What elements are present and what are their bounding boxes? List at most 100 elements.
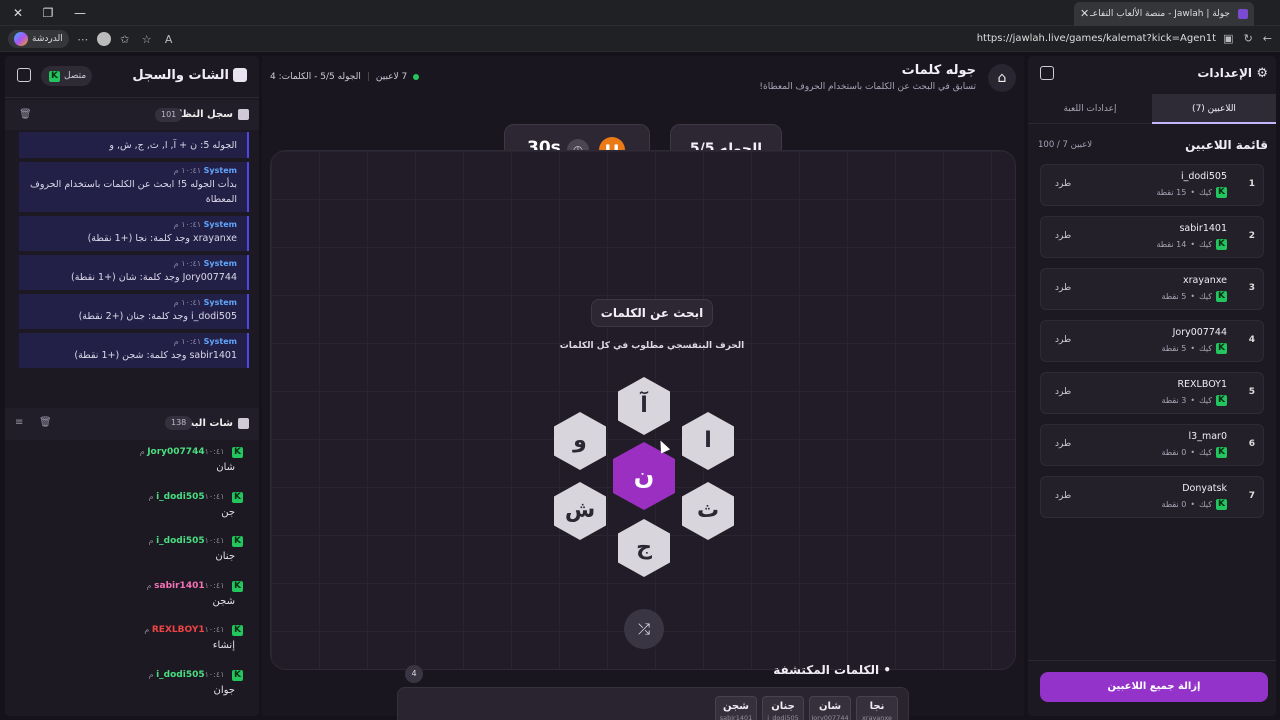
player-name: Donyatsk — [1182, 483, 1227, 494]
kick-player-button[interactable]: طرد — [1055, 283, 1071, 293]
found-word: شجن — [722, 701, 750, 712]
player-list-count: 100 / 7 لاعبين — [1038, 140, 1093, 150]
players-meta: 7 لاعبين — [375, 72, 408, 82]
kick-player-button[interactable]: طرد — [1055, 335, 1071, 345]
add-favorite-icon[interactable]: ☆ — [139, 33, 155, 46]
log-time: ١٠:٤١ م — [173, 166, 202, 175]
player-name: i_dodi505 — [1180, 171, 1227, 182]
collapse-panel-icon[interactable] — [17, 68, 31, 82]
log-icon — [238, 109, 249, 120]
log-sender: System — [203, 298, 237, 307]
player-points: 0 نقطة — [1161, 500, 1187, 509]
close-window-icon[interactable]: ✕ — [8, 4, 28, 22]
tab-players[interactable]: اللاعبين (7) — [1152, 94, 1276, 124]
letter-hex-top-right[interactable]: ا — [682, 412, 734, 470]
player-platform: كيك — [1199, 188, 1212, 197]
log-text: بدأت الجوله 5! ابحث عن الكلمات باستخدام … — [29, 179, 237, 205]
player-rank: 1 — [1248, 179, 1255, 189]
kick-player-button[interactable]: طرد — [1055, 387, 1071, 397]
stream-chat-icon — [238, 418, 249, 429]
player-rank: 4 — [1248, 335, 1255, 345]
player-row: 7 Donyatsk K كيك • 0 نقطة طرد — [1040, 476, 1264, 518]
kick-player-button[interactable]: طرد — [1055, 491, 1071, 501]
player-name: Jory007744 — [1172, 327, 1227, 338]
chat-message: K Jory007744١٠:٤١ م شان — [5, 442, 259, 487]
find-words-label: ابحث عن الكلمات — [591, 299, 713, 327]
log-count-badge: 101 — [155, 108, 183, 122]
kick-icon: K — [232, 536, 243, 547]
collapse-settings-icon[interactable] — [1040, 66, 1054, 80]
chat-username[interactable]: Jory007744 — [147, 447, 204, 457]
found-word-chip: جنان i_dodi505 — [762, 696, 804, 720]
log-time: ١٠:٤١ م — [173, 298, 202, 307]
refresh-icon[interactable]: ↻ — [1244, 30, 1253, 48]
chat-username[interactable]: i_dodi505 — [156, 492, 205, 502]
chat-text: شان — [216, 462, 235, 473]
back-icon[interactable]: ← — [1263, 30, 1272, 48]
copilot-chat-button[interactable]: الدردشة — [8, 30, 69, 48]
align-icon[interactable]: ≡ — [15, 417, 25, 428]
letter-hex-center[interactable]: ن — [613, 442, 675, 510]
kick-icon: K — [49, 70, 60, 82]
more-icon[interactable]: ⋯ — [75, 33, 91, 46]
favorites-icon[interactable]: ✩ — [117, 33, 133, 46]
tab-close-icon[interactable]: ✕ — [1080, 2, 1089, 26]
chat-username[interactable]: REXLBOY1 — [152, 625, 205, 635]
restore-window-icon[interactable]: ❐ — [38, 4, 58, 22]
found-words-count: 4 — [405, 665, 423, 683]
found-words-area: نجا xrayanxe شان Jory007744 جنان i_dodi505 شجن… — [397, 687, 909, 720]
found-words-title-text: الكلمات المكتشفة — [773, 663, 880, 677]
letter-hex-bottom-left[interactable]: ش — [554, 482, 606, 540]
chat-message: K i_dodi505١٠:٤١ م جن — [5, 487, 259, 532]
player-platform: كيك — [1199, 500, 1212, 509]
chat-message: K sabir1401١٠:٤١ م شجن — [5, 576, 259, 621]
player-row: 1 i_dodi505 K كيك • 15 نقطة طرد — [1040, 164, 1264, 206]
status-label: متصل — [64, 71, 87, 81]
chat-username[interactable]: i_dodi505 — [156, 670, 205, 680]
log-item: System ١٠:٤١ م xrayanxe وجد كلمة: نجا (+1… — [19, 216, 249, 251]
found-word-by: i_dodi505 — [767, 714, 799, 720]
url-text[interactable]: https://jawlah.live/games/kalemat?kick=A… — [977, 30, 1216, 48]
chat-text: جوان — [213, 684, 235, 696]
kick-icon: K — [232, 491, 243, 503]
player-row: 4 Jory007744 K كيك • 5 نقطة طرد — [1040, 320, 1264, 362]
profile-avatar[interactable] — [96, 32, 111, 46]
letter-hex-top-left[interactable]: و — [554, 412, 606, 470]
system-log-list: الجوله 5: ن + آ, ا, ث, ج, ش, و System ١٠:… — [19, 132, 249, 394]
log-text: i_dodi505 وجد كلمة: جنان (+2 نقطة) — [78, 311, 237, 322]
player-platform: كيك — [1199, 396, 1212, 405]
letter-hex-bottom[interactable]: ج — [618, 519, 670, 577]
read-aloud-icon[interactable]: A — [161, 33, 177, 46]
game-area: ⌂ جوله كلمات تسابق في البحث عن الكلمات ب… — [262, 56, 1024, 720]
clear-chat-icon[interactable]: 🗑 — [39, 417, 52, 428]
player-rank: 6 — [1248, 439, 1255, 449]
log-item-meta: System ١٠:٤١ م — [25, 259, 237, 268]
player-platform: كيك — [1199, 240, 1212, 249]
remove-all-players-button[interactable]: إزالة جميع اللاعبين — [1040, 672, 1268, 702]
player-name: xrayanxe — [1183, 275, 1227, 286]
kick-player-button[interactable]: طرد — [1055, 179, 1071, 189]
kick-player-button[interactable]: طرد — [1055, 231, 1071, 241]
tab-game-settings[interactable]: إعدادات اللعبة — [1028, 94, 1152, 124]
clear-log-icon[interactable]: 🗑 — [19, 109, 32, 120]
tab-title: جولة | Jawlah - منصة الألعاب التفاعـ — [1090, 9, 1230, 19]
chat-count-badge: 138 — [165, 416, 193, 430]
found-word-by: sabir1401 — [719, 714, 753, 720]
minimize-window-icon[interactable]: — — [70, 4, 90, 22]
log-item: الجوله 5: ن + آ, ا, ث, ج, ش, و — [19, 132, 249, 158]
chat-username[interactable]: sabir1401 — [154, 581, 204, 591]
home-icon[interactable]: ⌂ — [988, 64, 1016, 92]
player-name: REXLBOY1 — [1177, 379, 1227, 390]
chat-log-panel: الشات والسجل K متصل سجل النظام 101 🗑 الج… — [5, 56, 259, 716]
log-sender: System — [203, 337, 237, 346]
log-text: Jory007744 وجد كلمة: شان (+1 نقطة) — [70, 272, 237, 283]
letter-hex-top[interactable]: آ — [618, 377, 670, 435]
chat-username[interactable]: i_dodi505 — [156, 536, 205, 546]
shuffle-button[interactable]: ⤮ — [624, 609, 664, 649]
kick-player-button[interactable]: طرد — [1055, 439, 1071, 449]
browser-tab[interactable]: ✕ جولة | Jawlah - منصة الألعاب التفاعـ — [1074, 2, 1254, 26]
found-word: شان — [818, 701, 842, 712]
letter-hex-bottom-right[interactable]: ث — [682, 482, 734, 540]
game-meta: 7 لاعبين | الجوله 5/5 - الكلمات: 4 — [270, 72, 420, 82]
chat-text: شجن — [212, 595, 235, 607]
